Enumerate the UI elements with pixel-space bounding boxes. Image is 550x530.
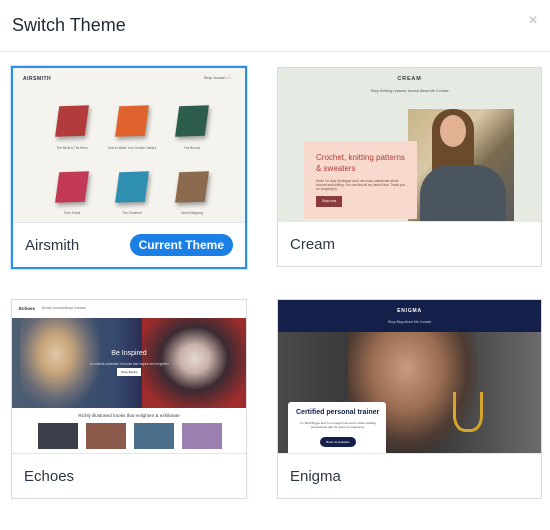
preview-logo: ENIGMA <box>397 308 422 314</box>
hero-banner: Certified personal trainer I'm Matt Brig… <box>278 332 541 455</box>
book-cover <box>115 105 149 137</box>
hero-heading: Crochet, knitting patterns & sweaters <box>316 153 405 173</box>
dialog-title: Switch Theme <box>12 15 126 35</box>
theme-preview-echoes: Echoes Books Journal About Contact Be In… <box>12 300 246 455</box>
preview-nav: Books Journal About Contact <box>42 306 86 310</box>
theme-preview-cream: CREAM Shop Knitting Lessons Journal Abou… <box>278 68 541 223</box>
book-cover <box>115 171 149 203</box>
book-caption: World Mapping <box>181 211 203 215</box>
theme-card-footer: Airsmith Current Theme <box>13 222 245 267</box>
hero-photo <box>408 109 514 223</box>
book-caption: How to Make Your Garden Gallery <box>107 146 157 150</box>
current-theme-button[interactable]: Current Theme <box>129 234 233 256</box>
book-caption: The Burrow <box>183 146 201 150</box>
book-thumb <box>86 423 126 449</box>
preview-nav: Shop Blog About Me Contact <box>387 320 432 324</box>
theme-card-footer: Echoes <box>12 453 246 498</box>
book-caption: The Birds & The Bees <box>56 146 88 150</box>
theme-card-footer: Cream <box>278 221 541 266</box>
hero-heading: Certified personal trainer <box>296 409 380 416</box>
preview-logo: CREAM <box>397 76 422 82</box>
theme-name: Airsmith <box>25 237 80 254</box>
hero-body: Hello! I'm Amy Montague and I am crazy p… <box>316 179 406 191</box>
preview-nav: Shop Knitting Lessons Journal About Me C… <box>370 89 449 93</box>
switch-theme-dialog: Switch Theme × AIRSMITH Shop Journal ⌕ □… <box>0 0 550 530</box>
book-cover <box>175 171 209 203</box>
hero-sub: An eclectic collection of books that ins… <box>89 362 169 366</box>
theme-card-footer: Enigma <box>278 453 541 498</box>
book-cover <box>175 105 209 137</box>
book-caption: Time Travel <box>63 211 81 215</box>
theme-preview-airsmith: AIRSMITH Shop Journal ⌕ □ The Birds & Th… <box>13 68 245 224</box>
theme-name: Echoes <box>24 468 75 485</box>
book-cover <box>55 171 89 203</box>
preview-logo: AIRSMITH <box>23 76 52 82</box>
theme-preview-enigma: ENIGMA Shop Blog About Me Contact Certif… <box>278 300 541 455</box>
book-thumb <box>38 423 78 449</box>
hero-heading: Be Inspired <box>111 350 147 357</box>
hero-button: Shop now <box>316 196 342 207</box>
theme-card-enigma[interactable]: ENIGMA Shop Blog About Me Contact Certif… <box>277 299 542 499</box>
book-thumb <box>182 423 222 449</box>
theme-name: Enigma <box>290 468 341 485</box>
hero-text-box: Crochet, knitting patterns & sweaters He… <box>304 141 417 219</box>
hero-body: I'm Matt Briggs and I'm a weight loss an… <box>299 421 376 429</box>
theme-card-echoes[interactable]: Echoes Books Journal About Contact Be In… <box>11 299 247 499</box>
dialog-header: Switch Theme × <box>0 0 550 52</box>
preview-logo: Echoes <box>19 306 36 311</box>
book-thumb <box>134 423 174 449</box>
book-cover <box>55 105 89 137</box>
theme-card-airsmith[interactable]: AIRSMITH Shop Journal ⌕ □ The Birds & Th… <box>11 66 247 269</box>
book-caption: The Gardener <box>122 211 142 215</box>
hero-text-box: Certified personal trainer I'm Matt Brig… <box>288 402 386 455</box>
hero-button: Shop Books <box>117 368 141 376</box>
close-icon[interactable]: × <box>524 12 542 30</box>
hero-button: Book consultation <box>320 437 356 447</box>
theme-card-cream[interactable]: CREAM Shop Knitting Lessons Journal Abou… <box>277 67 542 267</box>
theme-name: Cream <box>290 236 336 253</box>
strapline: Richly illustrated books that enlighten … <box>78 413 180 418</box>
preview-nav: Shop Journal ⌕ □ <box>203 76 231 80</box>
